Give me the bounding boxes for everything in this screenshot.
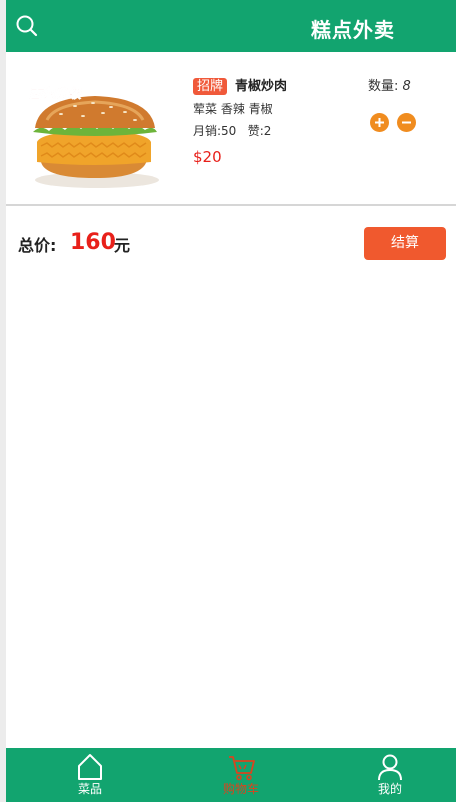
home-icon	[78, 754, 102, 780]
cart-icon	[229, 756, 255, 781]
quantity-value: 8	[402, 79, 411, 94]
dish-image: 面包升级	[15, 76, 173, 198]
checkout-button[interactable]: 结算	[364, 227, 446, 260]
tab-mine-label: 我的	[377, 782, 402, 796]
total-unit: 元	[114, 236, 131, 255]
dish-ingredients: 荤菜 香辣 青椒	[193, 102, 273, 116]
tab-dishes[interactable]: 菜品	[50, 748, 130, 802]
dish-stats: 月销:50 赞:2	[193, 124, 272, 138]
quantity-display: 数量: 8	[368, 78, 411, 96]
user-icon	[378, 754, 402, 781]
dish-image-promo-text: 面包升级	[29, 86, 82, 102]
total-label: 总价:	[18, 236, 57, 255]
bottom-tab-bar: 菜品 购物车 我的	[6, 748, 456, 802]
cart-item: 面包升级 招牌 青椒炒肉 荤菜 香辣 青椒 月销:50 赞:2 $20 数量: …	[6, 52, 456, 206]
tab-cart-label: 购物车	[222, 782, 259, 796]
total-amount: 160	[70, 230, 116, 255]
dish-price: $20	[193, 148, 222, 166]
increase-quantity-button[interactable]	[370, 113, 389, 132]
search-icon[interactable]	[15, 14, 39, 38]
tab-cart[interactable]: 购物车	[201, 748, 281, 802]
app-header: 糕点外卖	[6, 0, 456, 52]
decrease-quantity-button[interactable]	[397, 113, 416, 132]
plus-icon	[375, 118, 384, 127]
minus-icon	[402, 121, 411, 124]
tab-dishes-label: 菜品	[77, 782, 102, 796]
dish-tag-badge: 招牌	[193, 78, 228, 95]
quantity-label: 数量:	[368, 79, 403, 94]
app-title: 糕点外卖	[311, 18, 395, 42]
tab-mine[interactable]: 我的	[350, 748, 430, 802]
dish-name: 青椒炒肉	[235, 79, 288, 94]
